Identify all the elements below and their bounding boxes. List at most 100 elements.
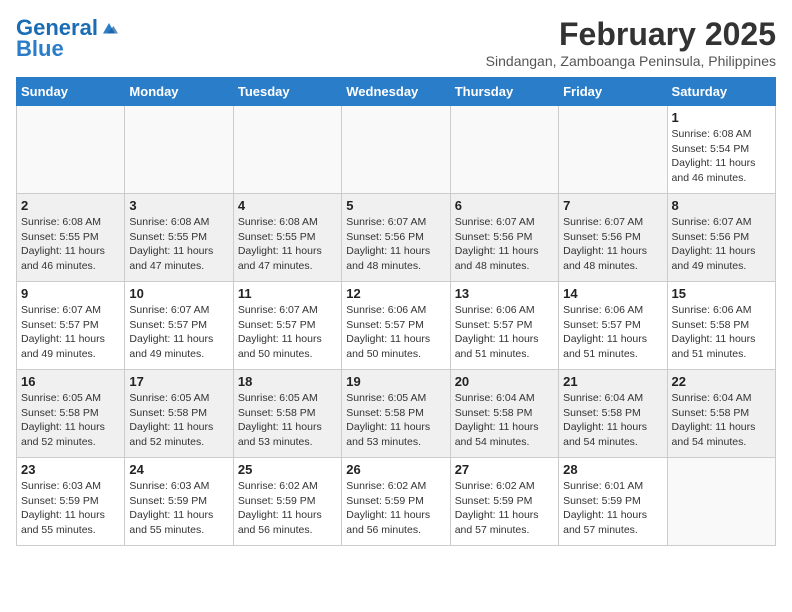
cell-content: Sunrise: 6:06 AM Sunset: 5:57 PM Dayligh… — [455, 303, 554, 362]
calendar-cell: 28 Sunrise: 6:01 AM Sunset: 5:59 PM Dayli… — [559, 458, 667, 546]
day-number: 24 — [129, 462, 228, 477]
day-number: 16 — [21, 374, 120, 389]
calendar-cell: 20 Sunrise: 6:04 AM Sunset: 5:58 PM Dayli… — [450, 370, 558, 458]
day-number: 18 — [238, 374, 337, 389]
cell-content: Sunrise: 6:07 AM Sunset: 5:56 PM Dayligh… — [455, 215, 554, 274]
day-number: 12 — [346, 286, 445, 301]
col-header-wednesday: Wednesday — [342, 78, 450, 106]
day-number: 27 — [455, 462, 554, 477]
calendar-cell: 1Sunrise: 6:08 AM Sunset: 5:54 PM Daylig… — [667, 106, 775, 194]
day-number: 19 — [346, 374, 445, 389]
col-header-monday: Monday — [125, 78, 233, 106]
day-number: 20 — [455, 374, 554, 389]
logo-icon — [100, 20, 118, 38]
page-header: General Blue February 2025 Sindangan, Za… — [16, 16, 776, 69]
day-number: 6 — [455, 198, 554, 213]
calendar-cell: 7 Sunrise: 6:07 AM Sunset: 5:56 PM Daylig… — [559, 194, 667, 282]
day-number: 28 — [563, 462, 662, 477]
day-number: 4 — [238, 198, 337, 213]
cell-content: Sunrise: 6:07 AM Sunset: 5:56 PM Dayligh… — [346, 215, 445, 274]
cell-content: Sunrise: 6:06 AM Sunset: 5:57 PM Dayligh… — [346, 303, 445, 362]
day-number: 13 — [455, 286, 554, 301]
cell-content: Sunrise: 6:06 AM Sunset: 5:58 PM Dayligh… — [672, 303, 771, 362]
cell-content: Sunrise: 6:07 AM Sunset: 5:57 PM Dayligh… — [21, 303, 120, 362]
cell-content: Sunrise: 6:02 AM Sunset: 5:59 PM Dayligh… — [455, 479, 554, 538]
cell-content: Sunrise: 6:07 AM Sunset: 5:56 PM Dayligh… — [672, 215, 771, 274]
day-number: 7 — [563, 198, 662, 213]
day-number: 1 — [672, 110, 771, 125]
calendar-cell: 16 Sunrise: 6:05 AM Sunset: 5:58 PM Dayli… — [17, 370, 125, 458]
calendar-cell — [125, 106, 233, 194]
cell-content: Sunrise: 6:01 AM Sunset: 5:59 PM Dayligh… — [563, 479, 662, 538]
calendar-cell: 18Sunrise: 6:05 AM Sunset: 5:58 PM Dayli… — [233, 370, 341, 458]
calendar-week-row: 23 Sunrise: 6:03 AM Sunset: 5:59 PM Dayli… — [17, 458, 776, 546]
day-number: 9 — [21, 286, 120, 301]
calendar-cell — [559, 106, 667, 194]
day-number: 17 — [129, 374, 228, 389]
location: Sindangan, Zamboanga Peninsula, Philippi… — [486, 53, 776, 69]
day-number: 5 — [346, 198, 445, 213]
calendar-week-row: 1Sunrise: 6:08 AM Sunset: 5:54 PM Daylig… — [17, 106, 776, 194]
calendar-cell: 2 Sunrise: 6:08 AM Sunset: 5:55 PM Daylig… — [17, 194, 125, 282]
cell-content: Sunrise: 6:04 AM Sunset: 5:58 PM Dayligh… — [672, 391, 771, 450]
day-number: 26 — [346, 462, 445, 477]
calendar-week-row: 9 Sunrise: 6:07 AM Sunset: 5:57 PM Daylig… — [17, 282, 776, 370]
calendar-header-row: SundayMondayTuesdayWednesdayThursdayFrid… — [17, 78, 776, 106]
cell-content: Sunrise: 6:03 AM Sunset: 5:59 PM Dayligh… — [129, 479, 228, 538]
calendar-cell — [342, 106, 450, 194]
calendar-table: SundayMondayTuesdayWednesdayThursdayFrid… — [16, 77, 776, 546]
cell-content: Sunrise: 6:02 AM Sunset: 5:59 PM Dayligh… — [238, 479, 337, 538]
cell-content: Sunrise: 6:04 AM Sunset: 5:58 PM Dayligh… — [455, 391, 554, 450]
calendar-week-row: 16 Sunrise: 6:05 AM Sunset: 5:58 PM Dayli… — [17, 370, 776, 458]
calendar-cell: 6 Sunrise: 6:07 AM Sunset: 5:56 PM Daylig… — [450, 194, 558, 282]
calendar-cell — [17, 106, 125, 194]
col-header-friday: Friday — [559, 78, 667, 106]
calendar-cell — [233, 106, 341, 194]
calendar-cell: 26 Sunrise: 6:02 AM Sunset: 5:59 PM Dayli… — [342, 458, 450, 546]
day-number: 21 — [563, 374, 662, 389]
cell-content: Sunrise: 6:05 AM Sunset: 5:58 PM Dayligh… — [346, 391, 445, 450]
calendar-week-row: 2 Sunrise: 6:08 AM Sunset: 5:55 PM Daylig… — [17, 194, 776, 282]
calendar-cell: 22 Sunrise: 6:04 AM Sunset: 5:58 PM Dayli… — [667, 370, 775, 458]
calendar-cell — [450, 106, 558, 194]
cell-content: Sunrise: 6:05 AM Sunset: 5:58 PM Dayligh… — [129, 391, 228, 450]
calendar-cell: 10 Sunrise: 6:07 AM Sunset: 5:57 PM Dayli… — [125, 282, 233, 370]
col-header-saturday: Saturday — [667, 78, 775, 106]
col-header-thursday: Thursday — [450, 78, 558, 106]
cell-content: Sunrise: 6:08 AM Sunset: 5:55 PM Dayligh… — [129, 215, 228, 274]
calendar-cell: 17 Sunrise: 6:05 AM Sunset: 5:58 PM Dayli… — [125, 370, 233, 458]
day-number: 22 — [672, 374, 771, 389]
day-number: 23 — [21, 462, 120, 477]
cell-content: Sunrise: 6:07 AM Sunset: 5:57 PM Dayligh… — [129, 303, 228, 362]
title-block: February 2025 Sindangan, Zamboanga Penin… — [486, 16, 776, 69]
day-number: 3 — [129, 198, 228, 213]
calendar-cell: 15Sunrise: 6:06 AM Sunset: 5:58 PM Dayli… — [667, 282, 775, 370]
calendar-cell: 24 Sunrise: 6:03 AM Sunset: 5:59 PM Dayli… — [125, 458, 233, 546]
month-year: February 2025 — [486, 16, 776, 53]
day-number: 8 — [672, 198, 771, 213]
calendar-cell: 8 Sunrise: 6:07 AM Sunset: 5:56 PM Daylig… — [667, 194, 775, 282]
calendar-cell: 11 Sunrise: 6:07 AM Sunset: 5:57 PM Dayli… — [233, 282, 341, 370]
cell-content: Sunrise: 6:07 AM Sunset: 5:57 PM Dayligh… — [238, 303, 337, 362]
cell-content: Sunrise: 6:05 AM Sunset: 5:58 PM Dayligh… — [21, 391, 120, 450]
calendar-cell: 21 Sunrise: 6:04 AM Sunset: 5:58 PM Dayli… — [559, 370, 667, 458]
calendar-cell: 12 Sunrise: 6:06 AM Sunset: 5:57 PM Dayli… — [342, 282, 450, 370]
calendar-cell: 25 Sunrise: 6:02 AM Sunset: 5:59 PM Dayli… — [233, 458, 341, 546]
calendar-cell: 9 Sunrise: 6:07 AM Sunset: 5:57 PM Daylig… — [17, 282, 125, 370]
day-number: 11 — [238, 286, 337, 301]
cell-content: Sunrise: 6:04 AM Sunset: 5:58 PM Dayligh… — [563, 391, 662, 450]
day-number: 10 — [129, 286, 228, 301]
day-number: 2 — [21, 198, 120, 213]
cell-content: Sunrise: 6:03 AM Sunset: 5:59 PM Dayligh… — [21, 479, 120, 538]
calendar-cell: 5 Sunrise: 6:07 AM Sunset: 5:56 PM Daylig… — [342, 194, 450, 282]
col-header-sunday: Sunday — [17, 78, 125, 106]
calendar-cell — [667, 458, 775, 546]
day-number: 25 — [238, 462, 337, 477]
cell-content: Sunrise: 6:08 AM Sunset: 5:55 PM Dayligh… — [21, 215, 120, 274]
cell-content: Sunrise: 6:07 AM Sunset: 5:56 PM Dayligh… — [563, 215, 662, 274]
calendar-cell: 27 Sunrise: 6:02 AM Sunset: 5:59 PM Dayli… — [450, 458, 558, 546]
calendar-cell: 13 Sunrise: 6:06 AM Sunset: 5:57 PM Dayli… — [450, 282, 558, 370]
cell-content: Sunrise: 6:02 AM Sunset: 5:59 PM Dayligh… — [346, 479, 445, 538]
calendar-cell: 23 Sunrise: 6:03 AM Sunset: 5:59 PM Dayli… — [17, 458, 125, 546]
cell-content: Sunrise: 6:06 AM Sunset: 5:57 PM Dayligh… — [563, 303, 662, 362]
